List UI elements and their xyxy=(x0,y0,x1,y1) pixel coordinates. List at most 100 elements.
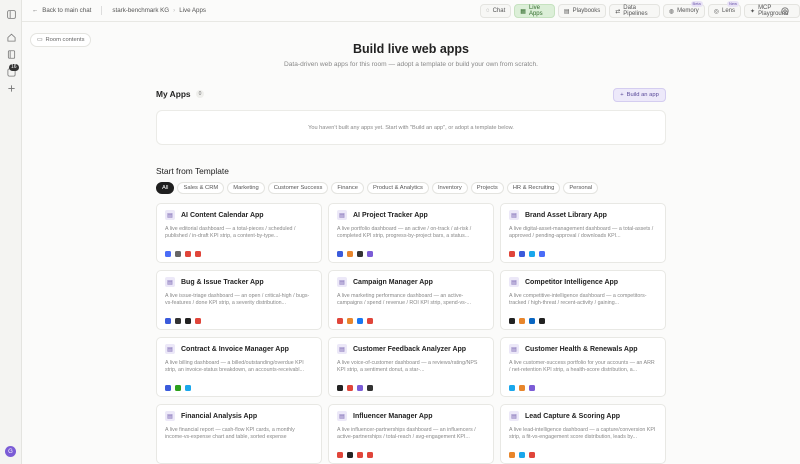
integration-logo-icon xyxy=(367,251,373,257)
card-header: ▤ Lead Capture & Scoring App xyxy=(509,411,657,421)
filter-chip-finance[interactable]: Finance xyxy=(331,182,364,194)
integration-logo-icon xyxy=(337,251,343,257)
integration-logo-icon xyxy=(519,318,525,324)
home-icon[interactable] xyxy=(5,31,17,43)
integration-logo-icon xyxy=(337,452,343,458)
sidebar-toggle-icon[interactable] xyxy=(5,8,17,20)
plus-icon[interactable] xyxy=(5,82,17,94)
filter-chip-sales-crm[interactable]: Sales & CRM xyxy=(177,182,225,194)
template-card[interactable]: ▤ AI Project Tracker App A live portfolio … xyxy=(328,203,494,263)
integration-logos xyxy=(165,318,201,324)
integration-logos xyxy=(509,318,545,324)
integration-logo-icon xyxy=(165,385,171,391)
template-card[interactable]: ▤ Brand Asset Library App A live digital-a… xyxy=(500,203,666,263)
card-title: Brand Asset Library App xyxy=(525,211,607,219)
breadcrumb-workspace[interactable]: stark-benchmark KG xyxy=(112,7,169,14)
nav-tab-playbooks[interactable]: ▤ Playbooks xyxy=(557,4,607,18)
card-title: Customer Health & Renewals App xyxy=(525,345,638,353)
filter-chip-hr-recruiting[interactable]: HR & Recruiting xyxy=(506,182,561,194)
integration-logo-icon xyxy=(357,251,363,257)
integration-logos xyxy=(165,385,191,391)
app-template-icon: ▤ xyxy=(509,411,519,421)
card-description: A live customer-success portfolio for yo… xyxy=(509,360,655,374)
filter-chip-personal[interactable]: Personal xyxy=(563,182,599,194)
settings-gear-icon[interactable] xyxy=(780,6,790,16)
template-card[interactable]: ▤ Influencer Manager App A live influencer… xyxy=(328,404,494,464)
card-description: A live editorial dashboard — a total-pie… xyxy=(165,226,296,240)
template-card[interactable]: ▤ Contract & Invoice Manager App A live bi… xyxy=(156,337,322,397)
template-card[interactable]: ▤ Competitor Intelligence App A live compe… xyxy=(500,270,666,330)
integration-logo-icon xyxy=(509,251,515,257)
filter-chip-customer-success[interactable]: Customer Success xyxy=(267,182,329,194)
back-label: Back to main chat xyxy=(42,7,92,14)
card-title: Lead Capture & Scoring App xyxy=(525,412,621,420)
filter-chip-product-analytics[interactable]: Product & Analytics xyxy=(366,182,429,194)
my-apps-heading: My Apps 0 xyxy=(156,89,205,99)
integration-logo-icon xyxy=(367,385,373,391)
integration-logo-icon xyxy=(175,251,181,257)
card-description: A live digital-asset-management dashboar… xyxy=(509,226,654,240)
template-filters: All Sales & CRM Marketing Customer Success F… xyxy=(156,182,599,194)
empty-state-text: You haven't built any apps yet. Start wi… xyxy=(308,124,514,131)
integration-logos xyxy=(337,318,373,324)
card-description: A live financial report — cash-flow KPI … xyxy=(165,427,295,441)
nav-tab-lens[interactable]: ◎ Lens New xyxy=(707,1,742,18)
integration-logo-icon xyxy=(509,385,515,391)
integration-logo-icon xyxy=(539,251,545,257)
card-title: AI Content Calendar App xyxy=(181,211,264,219)
filter-chip-projects[interactable]: Projects xyxy=(470,182,504,194)
integration-logo-icon xyxy=(175,318,181,324)
template-card[interactable]: ▤ AI Content Calendar App A live editorial… xyxy=(156,203,322,263)
card-title: Campaign Manager App xyxy=(353,278,433,286)
top-bar: ← Back to main chat stark-benchmark KG ›… xyxy=(22,0,800,22)
integration-logos xyxy=(509,385,535,391)
template-grid: ▤ AI Content Calendar App A live editorial… xyxy=(156,203,666,464)
breadcrumb: ← Back to main chat stark-benchmark KG ›… xyxy=(22,6,206,15)
my-apps-count: 0 xyxy=(195,90,205,98)
filter-chip-marketing[interactable]: Marketing xyxy=(227,182,265,194)
integration-logo-icon xyxy=(529,385,535,391)
nav-tab-data-pipelines[interactable]: ⇄ Data Pipelines xyxy=(609,4,660,18)
nav-tab-chat[interactable]: ◌ Chat xyxy=(480,4,512,18)
template-card[interactable]: ▤ Lead Capture & Scoring App A live lead-i… xyxy=(500,404,666,464)
integration-logo-icon xyxy=(185,385,191,391)
template-card[interactable]: ▤ Financial Analysis App A live financial … xyxy=(156,404,322,464)
inbox-badge: 16 xyxy=(9,64,19,71)
integration-logo-icon xyxy=(509,318,515,324)
nav-tab-label: Memory xyxy=(677,8,699,14)
integration-logo-icon xyxy=(337,385,343,391)
integration-logo-icon xyxy=(519,385,525,391)
divider xyxy=(101,6,103,15)
integration-logos xyxy=(509,251,545,257)
nav-tab-live-apps[interactable]: ▦ Live Apps xyxy=(514,4,555,18)
back-to-chat-link[interactable]: ← Back to main chat xyxy=(32,7,91,14)
card-header: ▤ Contract & Invoice Manager App xyxy=(165,344,313,354)
templates-heading: Start from Template xyxy=(156,166,229,176)
nav-tab-memory[interactable]: ◍ Memory Beta xyxy=(662,1,705,18)
template-card[interactable]: ▤ Bug & Issue Tracker App A live issue-tri… xyxy=(156,270,322,330)
build-app-button[interactable]: + Build an app xyxy=(613,88,666,102)
card-description: A live lead-intelligence dashboard — a c… xyxy=(509,427,656,441)
integration-logo-icon xyxy=(185,251,191,257)
app-template-icon: ▤ xyxy=(509,277,519,287)
app-template-icon: ▤ xyxy=(509,344,519,354)
filter-chip-all[interactable]: All xyxy=(156,182,175,194)
integration-logo-icon xyxy=(367,318,373,324)
template-card[interactable]: ▤ Customer Feedback Analyzer App A live vo… xyxy=(328,337,494,397)
app-template-icon: ▤ xyxy=(337,411,347,421)
template-card[interactable]: ▤ Campaign Manager App A live marketing pe… xyxy=(328,270,494,330)
integration-logo-icon xyxy=(347,318,353,324)
breadcrumb-page: Live Apps xyxy=(179,7,207,14)
nav-tab-badge: New xyxy=(727,1,740,7)
app-template-icon: ▤ xyxy=(509,210,519,220)
integration-logo-icon xyxy=(185,318,191,324)
pipeline-icon: ⇄ xyxy=(615,8,621,15)
avatar[interactable]: G xyxy=(5,446,16,457)
book-icon[interactable] xyxy=(5,48,17,60)
card-title: Influencer Manager App xyxy=(353,412,433,420)
app-template-icon: ▤ xyxy=(165,411,175,421)
integration-logos xyxy=(337,251,373,257)
template-card[interactable]: ▤ Customer Health & Renewals App A live cu… xyxy=(500,337,666,397)
filter-chip-inventory[interactable]: Inventory xyxy=(431,182,468,194)
nav-tab-mcp-playground[interactable]: ✦ MCP Playground xyxy=(744,4,800,18)
